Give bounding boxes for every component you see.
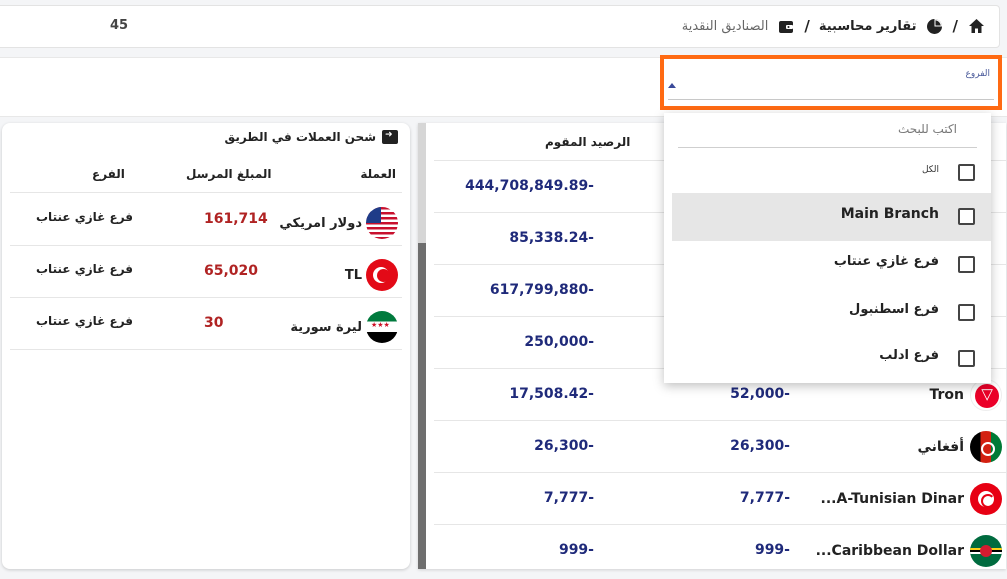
record-count: 45: [110, 18, 129, 33]
wallet-icon: [777, 17, 795, 35]
valued-balance: 250,000-: [524, 334, 594, 350]
branch-name: فرع غازي عنتاب: [36, 210, 134, 224]
tn-flag-icon: [970, 483, 1002, 515]
branch-name: فرع غازي عنتاب: [36, 262, 134, 276]
scrollbar-track[interactable]: [418, 123, 426, 243]
transit-card: شحن العملات في الطريق العملة المبلغ المر…: [2, 123, 410, 569]
tr-flag-icon: [366, 259, 398, 291]
breadcrumb-separator: /: [804, 17, 810, 35]
option-label: الكل: [921, 165, 939, 175]
option-gaziantep-branch[interactable]: فرع غازي عنتاب: [672, 241, 991, 289]
column-valued-balance: الرصيد المقوم: [545, 135, 631, 149]
currency-name: Tron: [929, 387, 964, 403]
breadcrumb-cash-boxes[interactable]: الصناديق النقدية: [682, 19, 769, 34]
table-row[interactable]: 7,777- 7,777- ...A-Tunisian Dinar: [434, 473, 1006, 525]
valued-balance: 26,300-: [534, 438, 594, 454]
branches-select-label: الفروع: [965, 69, 990, 79]
currency-cell: دولار امريكي: [279, 207, 398, 239]
breadcrumb: / تقارير محاسبية / الصناديق النقدية: [682, 17, 985, 35]
option-label: فرع ادلب: [879, 348, 939, 363]
currency-cell: ليرة سورية: [290, 311, 398, 343]
valued-balance: 7,777-: [543, 490, 594, 506]
balance: 26,300-: [730, 438, 790, 454]
af-flag-icon: [970, 431, 1002, 463]
currency-name: دولار امريكي: [279, 215, 362, 231]
sent-amount: 30: [204, 315, 224, 331]
currency-name: ...A-Tunisian Dinar: [820, 491, 964, 507]
transit-card-title: شحن العملات في الطريق: [225, 130, 398, 144]
dm-flag-icon: [970, 535, 1002, 567]
currency-name: ...Caribbean Dollar: [815, 543, 964, 559]
tron-logo-icon: [970, 379, 1002, 411]
balance: 999-: [754, 542, 790, 558]
currency-cell: TL: [345, 259, 398, 291]
table-row[interactable]: 999- 999- ...Caribbean Dollar: [434, 525, 1006, 577]
breadcrumb-separator: /: [952, 17, 958, 35]
currency-cell: ...A-Tunisian Dinar: [821, 483, 1002, 515]
branches-select[interactable]: الفروع: [660, 55, 1002, 110]
transit-table-header: العملة المبلغ المرسل الفرع: [10, 161, 402, 193]
sent-amount: 161,714: [204, 211, 268, 227]
currency-name: ليرة سورية: [290, 319, 362, 335]
table-row[interactable]: ليرة سورية 30 فرع غازي عنتاب: [10, 298, 402, 350]
checkbox[interactable]: [958, 256, 975, 273]
option-istanbul-branch[interactable]: فرع اسطنبول: [672, 289, 991, 337]
currency-cell: أفغاني: [917, 431, 1002, 463]
search-placeholder: اكتب للبحث: [897, 122, 957, 136]
sent-amount: 65,020: [204, 263, 259, 279]
currency-cell: ...Caribbean Dollar: [816, 535, 1002, 567]
column-sent-amount: المبلغ المرسل: [186, 167, 272, 181]
pie-chart-icon: [926, 17, 944, 35]
currency-name: TL: [344, 267, 362, 283]
valued-balance: 999-: [558, 542, 594, 558]
checkbox[interactable]: [958, 164, 975, 181]
currency-name: أفغاني: [917, 439, 964, 455]
breadcrumb-bar: 45 / تقارير محاسبية / الصناديق النقدية: [0, 5, 1000, 48]
option-label: فرع غازي عنتاب: [833, 254, 939, 269]
valued-balance: 85,338.24-: [509, 230, 594, 246]
checkbox[interactable]: [958, 304, 975, 321]
app-root: 45 / تقارير محاسبية / الصناديق النقدية ا…: [0, 0, 1007, 579]
table-row[interactable]: دولار امريكي 161,714 فرع غازي عنتاب: [10, 194, 402, 246]
branch-name: فرع غازي عنتاب: [36, 314, 134, 328]
table-row[interactable]: 26,300- 26,300- أفغاني: [434, 421, 1006, 473]
valued-balance: 17,508.42-: [509, 386, 594, 402]
breadcrumb-accounting-reports[interactable]: تقارير محاسبية: [819, 19, 917, 34]
sy-flag-icon: [366, 311, 398, 343]
column-currency: العملة: [360, 167, 396, 181]
balance: 52,000-: [730, 386, 790, 402]
option-label: Main Branch: [840, 206, 939, 222]
dropdown-search[interactable]: اكتب للبحث: [678, 117, 977, 148]
option-all[interactable]: الكل: [672, 149, 991, 197]
balance: 7,777-: [739, 490, 790, 506]
select-underline: [668, 99, 994, 100]
column-branch: الفرع: [92, 167, 125, 181]
currency-cell: Tron: [929, 379, 1002, 411]
checkbox[interactable]: [958, 350, 975, 367]
table-row[interactable]: TL 65,020 فرع غازي عنتاب: [10, 246, 402, 298]
us-flag-icon: [366, 207, 398, 239]
valued-balance: 617,799,880-: [489, 282, 594, 298]
branches-dropdown: اكتب للبحث الكل Main Branch فرع غازي عنت…: [664, 113, 991, 383]
transit-card-title-text: شحن العملات في الطريق: [224, 130, 376, 144]
caret-up-icon[interactable]: [668, 83, 676, 88]
home-icon[interactable]: [967, 17, 985, 35]
checkbox[interactable]: [958, 208, 975, 225]
scrollbar-thumb[interactable]: [418, 243, 426, 569]
shipping-icon: [382, 130, 398, 144]
option-main-branch[interactable]: Main Branch: [672, 193, 991, 241]
option-label: فرع اسطنبول: [849, 302, 939, 317]
valued-balance: 444,708,849.89-: [465, 178, 594, 194]
option-idlib-branch[interactable]: فرع ادلب: [672, 335, 991, 383]
